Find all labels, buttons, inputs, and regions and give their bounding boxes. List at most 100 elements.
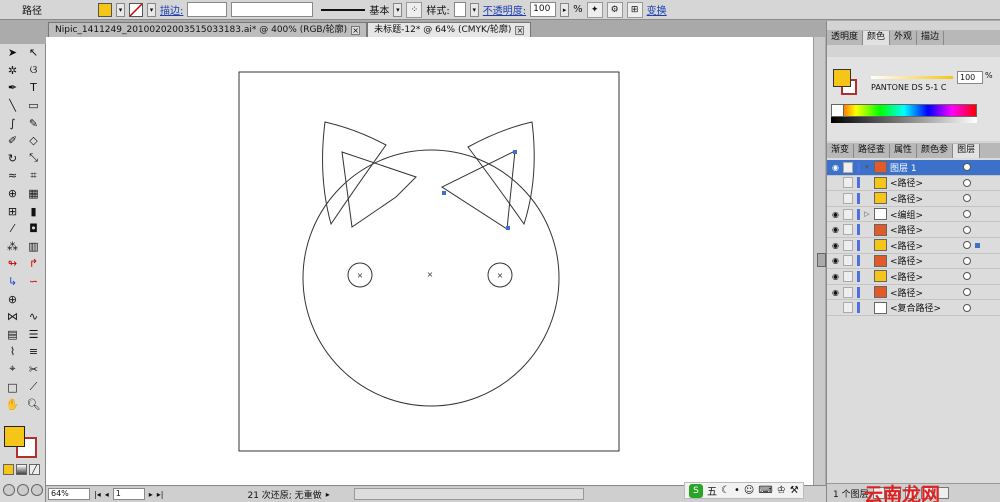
target-circle-icon[interactable]: [963, 256, 971, 265]
recolor-icon[interactable]: ✦: [586, 1, 603, 18]
group-arrow-icon[interactable]: ▷: [862, 210, 872, 218]
layer-name[interactable]: <路径>: [890, 286, 923, 299]
tab-stroke[interactable]: 描边: [917, 31, 945, 45]
tab-pathfinder[interactable]: 路径查: [854, 144, 891, 158]
shape-builder-tool-icon[interactable]: ⊕: [2, 185, 23, 203]
lasso-tool-icon[interactable]: ଓ: [23, 62, 44, 80]
first-page-icon[interactable]: |◂: [94, 490, 101, 499]
none-mode-icon[interactable]: ╱: [29, 464, 40, 475]
target-circle-icon[interactable]: [963, 194, 971, 203]
layer-row[interactable]: <路径>: [827, 176, 1000, 192]
shirt-icon[interactable]: ♔: [777, 485, 786, 496]
knife-tool-icon[interactable]: ⟋: [23, 378, 44, 396]
brush-icon[interactable]: ⁘: [406, 1, 423, 18]
lock-toggle[interactable]: [843, 255, 853, 267]
tab-color-guide[interactable]: 颜色参: [917, 144, 954, 158]
visibility-eye-icon[interactable]: ◉: [830, 162, 841, 173]
gear-icon[interactable]: ⚙: [606, 1, 623, 18]
layer-name[interactable]: <路径>: [890, 176, 923, 189]
lock-toggle[interactable]: [843, 208, 853, 220]
draw-inside-icon[interactable]: [31, 484, 43, 496]
dot-icon[interactable]: •: [734, 485, 740, 496]
envelope-tool-icon[interactable]: ⋈: [2, 308, 23, 326]
artboard-tool-icon[interactable]: □: [2, 378, 23, 396]
tint-slider[interactable]: [871, 76, 953, 79]
slice-tool-icon[interactable]: ⌖: [2, 361, 23, 379]
scale-tool-icon[interactable]: ⤡: [23, 150, 44, 168]
layer-name[interactable]: <路径>: [890, 239, 923, 252]
stack-tool-icon[interactable]: ☰: [23, 326, 44, 344]
crosshair-tool-icon[interactable]: ⊕: [2, 290, 23, 308]
list-tool-icon[interactable]: ≡: [23, 343, 44, 361]
tab-attributes[interactable]: 属性: [890, 144, 918, 158]
color-mode-icon[interactable]: [3, 464, 14, 475]
artwork-outline-view[interactable]: × × ×: [46, 37, 813, 485]
squiggle-tool-icon[interactable]: ⌇: [2, 343, 23, 361]
scroll-thumb[interactable]: [817, 253, 826, 267]
layer-row[interactable]: ◉ <路径>: [827, 254, 1000, 270]
layer-row[interactable]: ◉ <路径>: [827, 238, 1000, 254]
eyedropper-tool-icon[interactable]: ⁄: [2, 220, 23, 238]
free-transform-tool-icon[interactable]: ⌗: [23, 167, 44, 185]
transform-link[interactable]: 变换: [647, 2, 667, 17]
stroke-weight-field[interactable]: [187, 2, 228, 17]
fill-color-box[interactable]: [4, 426, 25, 447]
vertical-scrollbar[interactable]: [813, 37, 826, 485]
warp-tool-icon[interactable]: ≈: [2, 167, 23, 185]
layer-name[interactable]: <路径>: [890, 270, 923, 283]
prev-page-icon[interactable]: ◂: [105, 490, 109, 499]
tab-appearance[interactable]: 外观: [890, 31, 918, 45]
rectangle-tool-icon[interactable]: ▭: [23, 97, 44, 115]
direct-selection-tool-icon[interactable]: ↖: [23, 44, 44, 62]
align-icon[interactable]: ⊞: [626, 1, 643, 18]
panel-fill-swatch[interactable]: [833, 69, 851, 87]
red-tool-2-icon[interactable]: ↱: [23, 255, 44, 273]
target-circle-icon[interactable]: [963, 178, 971, 187]
stroke-dropdown[interactable]: ▾: [147, 2, 156, 17]
table-tool-icon[interactable]: ▤: [2, 326, 23, 344]
eraser-tool-icon[interactable]: ◇: [23, 132, 44, 150]
graphic-style-field[interactable]: [453, 2, 466, 17]
tab-document-2[interactable]: 未标题-12* @ 64% (CMYK/轮廓) ×: [367, 22, 532, 37]
close-icon[interactable]: ×: [515, 25, 525, 35]
next-page-icon[interactable]: ▸: [149, 490, 153, 499]
column-graph-tool-icon[interactable]: ▥: [23, 238, 44, 256]
layer-row[interactable]: ◉ <路径>: [827, 269, 1000, 285]
magic-wand-tool-icon[interactable]: ✲: [2, 62, 23, 80]
blob-brush-tool-icon[interactable]: ✐: [2, 132, 23, 150]
scissors-tool-icon[interactable]: ✂: [23, 361, 44, 379]
visibility-eye-icon[interactable]: ◉: [830, 255, 841, 266]
tab-gradient[interactable]: 渐变: [827, 144, 855, 158]
gradient-mode-icon[interactable]: [16, 464, 27, 475]
paintbrush-tool-icon[interactable]: ∫: [2, 114, 23, 132]
visibility-eye-icon[interactable]: ◉: [830, 224, 841, 235]
mesh-tool-icon[interactable]: ⊞: [2, 202, 23, 220]
tab-layers[interactable]: 图层: [953, 144, 981, 158]
visibility-eye-icon[interactable]: [830, 177, 841, 188]
red-tool-4-icon[interactable]: ∽: [23, 273, 44, 291]
document-canvas[interactable]: × × ×: [46, 37, 824, 485]
gradient-tool-icon[interactable]: ▮: [23, 202, 44, 220]
smile-icon[interactable]: ☺: [744, 485, 754, 496]
target-circle-icon[interactable]: [963, 288, 971, 297]
stroke-color-swatch[interactable]: [129, 2, 143, 17]
lock-toggle[interactable]: [843, 286, 853, 298]
selection-tool-icon[interactable]: ➤: [2, 44, 23, 62]
fill-dropdown[interactable]: ▾: [116, 2, 125, 17]
layer-row[interactable]: ◉ <路径>: [827, 285, 1000, 301]
perspective-grid-tool-icon[interactable]: ▦: [23, 185, 44, 203]
opacity-field[interactable]: 100: [530, 2, 557, 17]
visibility-eye-icon[interactable]: ◉: [830, 209, 841, 220]
target-circle-icon[interactable]: [963, 225, 971, 234]
grayscale-ramp[interactable]: [831, 117, 977, 123]
status-menu-icon[interactable]: ▸: [326, 490, 330, 499]
ime-logo-icon[interactable]: S: [689, 483, 703, 498]
rotate-tool-icon[interactable]: ↻: [2, 150, 23, 168]
opacity-label[interactable]: 不透明度:: [483, 2, 526, 17]
draw-normal-icon[interactable]: [3, 484, 15, 496]
hand-tool-icon[interactable]: ✋: [2, 396, 23, 414]
stroke-label[interactable]: 描边:: [160, 2, 183, 17]
keyboard-icon[interactable]: ⌨: [758, 485, 772, 496]
pen-tool-icon[interactable]: ✒: [2, 79, 23, 97]
color-spectrum[interactable]: [831, 104, 977, 117]
